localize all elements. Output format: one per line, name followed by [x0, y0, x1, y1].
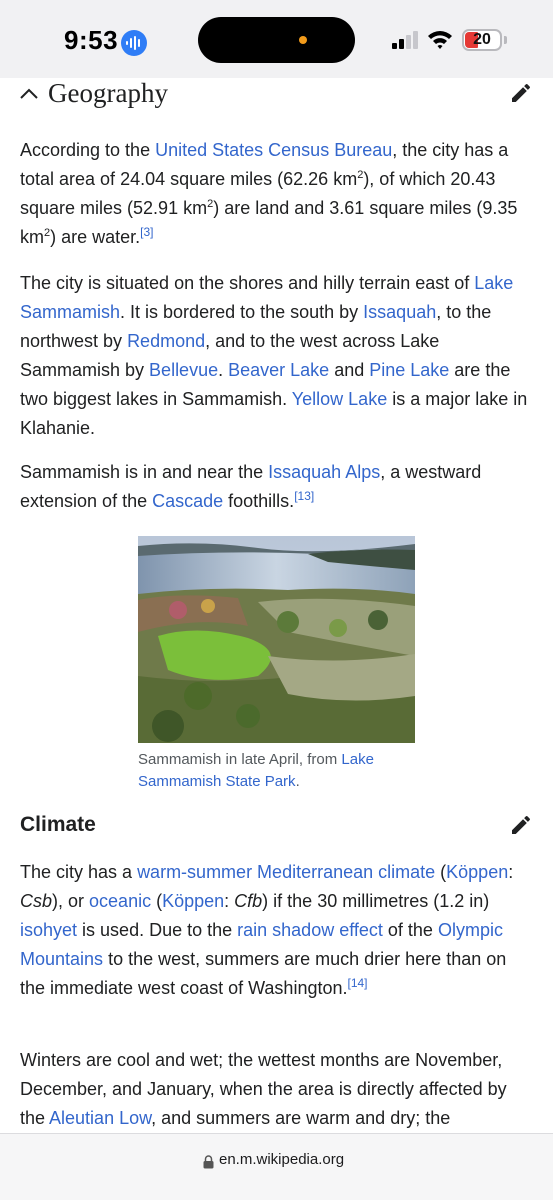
status-bar: 9:53 20 — [0, 0, 553, 78]
edit-pencil-icon[interactable] — [509, 81, 533, 105]
geography-paragraph-1: According to the United States Census Bu… — [20, 140, 518, 247]
chevron-up-icon[interactable] — [19, 86, 39, 100]
link-isohyet[interactable]: isohyet — [20, 920, 77, 940]
link-beaver-lake[interactable]: Beaver Lake — [228, 360, 329, 380]
clock-time: 9:53 — [64, 25, 119, 55]
photo-caption: Sammamish in late April, from Lake Samma… — [138, 751, 374, 790]
link-yellow-lake[interactable]: Yellow Lake — [292, 389, 387, 409]
link-koppen[interactable]: Köppen — [446, 862, 508, 882]
link-pine-lake[interactable]: Pine Lake — [369, 360, 449, 380]
link-bellevue[interactable]: Bellevue — [149, 360, 218, 380]
link-cascade[interactable]: Cascade — [152, 491, 223, 511]
climate-paragraph-2: Winters are cool and wet; the wettest mo… — [20, 1050, 507, 1128]
battery-percent: 20 — [473, 31, 491, 48]
link-issaquah-alps[interactable]: Issaquah Alps — [268, 462, 380, 482]
geography-paragraph-2: The city is situated on the shores and h… — [20, 273, 528, 438]
link-oceanic[interactable]: oceanic — [89, 891, 151, 911]
recording-dot-icon — [299, 36, 307, 44]
lock-icon — [203, 1155, 214, 1169]
wifi-icon — [428, 31, 452, 49]
climate-section-header[interactable]: Climate — [0, 809, 553, 849]
geography-section-header[interactable]: Geography — [0, 78, 553, 118]
link-rain-shadow[interactable]: rain shadow effect — [237, 920, 383, 940]
climate-paragraph-1: The city has a warm-summer Mediterranean… — [20, 862, 514, 998]
edit-pencil-icon[interactable] — [509, 813, 533, 837]
reference-13[interactable]: [13] — [294, 489, 314, 503]
link-aleutian-low[interactable]: Aleutian Low — [49, 1108, 151, 1128]
reference-14[interactable]: [14] — [348, 976, 368, 990]
article-content: Geography According to the United States… — [0, 78, 553, 1133]
signal-icon — [392, 31, 418, 49]
geography-paragraph-3: Sammamish is in and near the Issaquah Al… — [20, 462, 482, 511]
battery-tip — [504, 36, 507, 44]
battery-icon: 20 — [462, 29, 502, 51]
link-koppen[interactable]: Köppen — [162, 891, 224, 911]
url-text[interactable]: en.m.wikipedia.org — [219, 1151, 344, 1168]
reference-3[interactable]: [3] — [140, 225, 153, 239]
lake-sammamish-photo[interactable] — [138, 536, 415, 743]
link-redmond[interactable]: Redmond — [127, 331, 205, 351]
browser-address-bar[interactable]: en.m.wikipedia.org — [0, 1133, 553, 1200]
link-issaquah[interactable]: Issaquah — [363, 302, 436, 322]
link-mediterranean-climate[interactable]: warm-summer Mediterranean climate — [137, 862, 435, 882]
section-title-climate: Climate — [20, 813, 96, 836]
link-census-bureau[interactable]: United States Census Bureau — [155, 140, 392, 160]
section-title-geography: Geography — [48, 78, 168, 108]
dynamic-island — [198, 17, 355, 63]
siri-icon — [121, 30, 147, 56]
